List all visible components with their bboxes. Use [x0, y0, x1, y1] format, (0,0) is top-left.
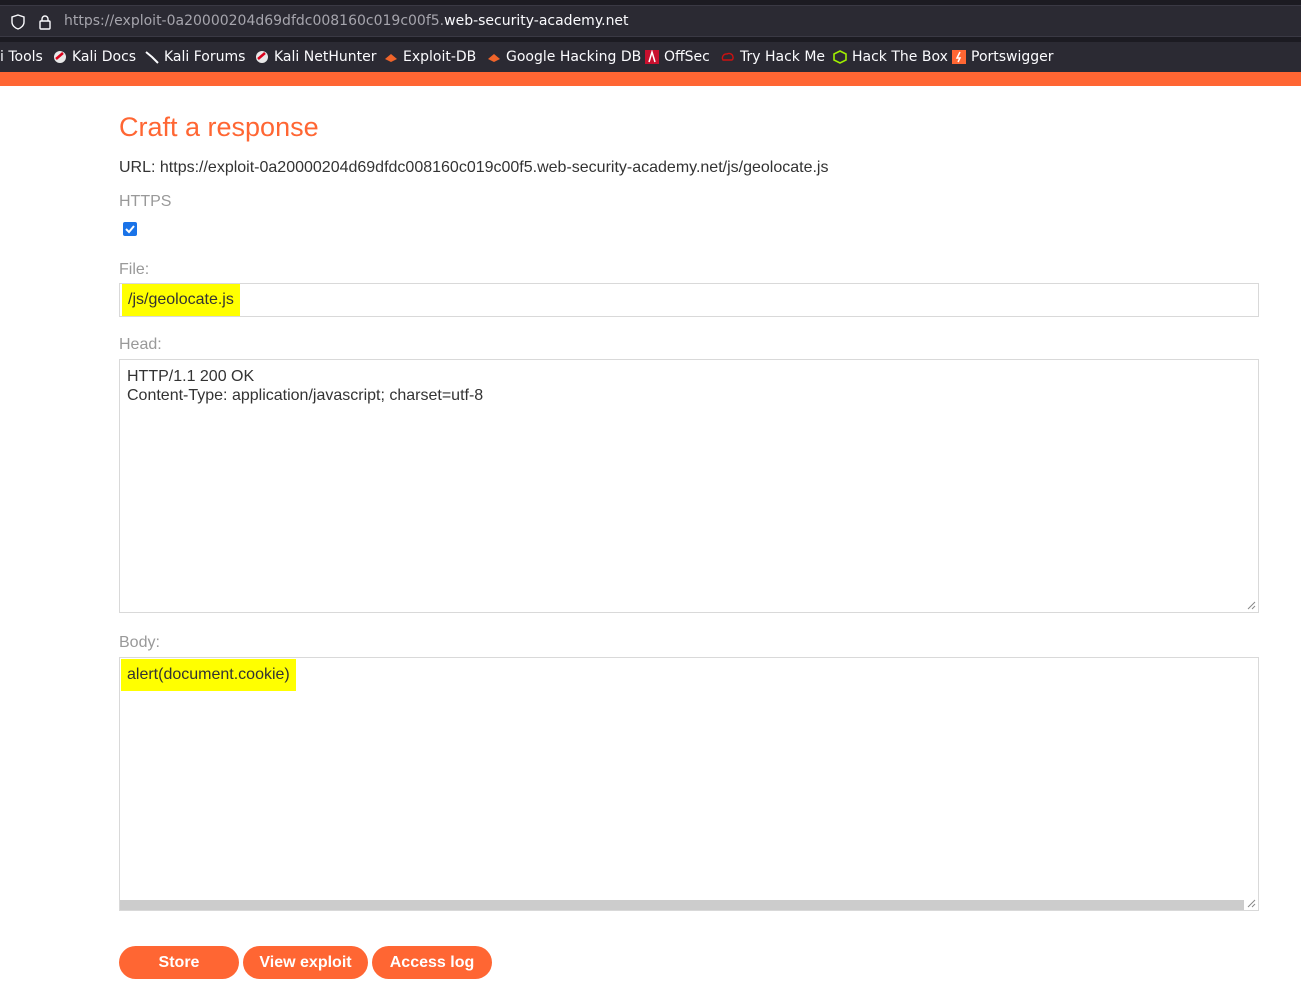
bookmark-exploit-db[interactable]: Exploit-DB: [384, 48, 476, 66]
url-text[interactable]: https://exploit-0a20000204d69dfdc008160c…: [64, 13, 629, 29]
bookmark-label: Kali Forums: [164, 49, 246, 65]
checkmark-icon: [125, 225, 135, 234]
header-strip: [0, 72, 1301, 86]
bookmark-kali-nethunter[interactable]: Kali NetHunter: [255, 48, 376, 66]
bookmarks-bar: i Tools Kali Docs Kali Forums Kali NetHu…: [0, 42, 1301, 72]
resize-handle-icon[interactable]: [1246, 600, 1256, 610]
bookmark-tryhackme[interactable]: Try Hack Me: [721, 48, 825, 66]
exploit-db-icon: [384, 50, 398, 64]
kali-nethunter-icon: [255, 50, 269, 64]
shield-icon[interactable]: [10, 14, 26, 30]
bookmark-label: Google Hacking DB: [506, 49, 642, 65]
kali-forums-icon: [145, 50, 159, 64]
file-input[interactable]: /js/geolocate.js: [119, 283, 1259, 317]
tryhackme-icon: [721, 50, 735, 64]
url-prefix: https://exploit-0a20000204d69dfdc008160c…: [64, 13, 445, 29]
store-button[interactable]: Store: [119, 946, 239, 979]
portswigger-icon: [952, 50, 966, 64]
bookmark-label: Exploit-DB: [403, 49, 477, 65]
head-label: Head:: [119, 336, 162, 353]
head-textarea[interactable]: HTTP/1.1 200 OK Content-Type: applicatio…: [119, 359, 1259, 613]
url-domain: web-security-academy.net: [444, 13, 629, 29]
bookmark-kali-docs[interactable]: Kali Docs: [53, 48, 136, 66]
body-textarea-value: alert(document.cookie): [121, 659, 296, 691]
bookmark-label: Kali NetHunter: [274, 49, 377, 65]
body-textarea[interactable]: alert(document.cookie): [119, 657, 1259, 911]
file-label: File:: [119, 261, 150, 278]
horizontal-scrollbar[interactable]: [120, 900, 1244, 910]
head-textarea-value: HTTP/1.1 200 OK Content-Type: applicatio…: [127, 368, 484, 404]
bookmark-kali-tools[interactable]: i Tools: [0, 48, 43, 66]
body-label: Body:: [119, 634, 160, 651]
access-log-button[interactable]: Access log: [372, 946, 492, 979]
bookmark-offsec[interactable]: OffSec: [645, 48, 710, 66]
bookmark-label: OffSec: [664, 49, 710, 65]
kali-docs-icon: [53, 50, 67, 64]
google-hacking-db-icon: [487, 50, 501, 64]
offsec-icon: [645, 49, 659, 64]
exploit-url: URL: https://exploit-0a20000204d69dfdc00…: [119, 159, 829, 176]
bookmark-kali-forums[interactable]: Kali Forums: [145, 48, 245, 66]
https-label: HTTPS: [119, 193, 172, 210]
page-title: Craft a response: [119, 112, 319, 142]
https-checkbox[interactable]: [123, 222, 137, 236]
bookmark-label: Hack The Box: [852, 49, 948, 65]
address-bar[interactable]: https://exploit-0a20000204d69dfdc008160c…: [0, 5, 1301, 37]
bookmark-hackthebox[interactable]: Hack The Box: [833, 48, 948, 66]
file-input-value: /js/geolocate.js: [122, 284, 240, 316]
lock-icon[interactable]: [37, 14, 53, 30]
hackthebox-icon: [833, 50, 847, 64]
bookmark-label: Kali Docs: [72, 49, 137, 65]
resize-handle-icon[interactable]: [1246, 898, 1256, 908]
browser-toolbar: https://exploit-0a20000204d69dfdc008160c…: [0, 0, 1301, 42]
bookmark-label: Portswigger: [971, 49, 1054, 65]
bookmark-label: Try Hack Me: [740, 49, 826, 65]
view-exploit-button[interactable]: View exploit: [243, 946, 368, 979]
bookmark-portswigger[interactable]: Portswigger: [952, 48, 1054, 66]
bookmark-label: i Tools: [0, 49, 43, 65]
bookmark-google-hacking-db[interactable]: Google Hacking DB: [487, 48, 641, 66]
